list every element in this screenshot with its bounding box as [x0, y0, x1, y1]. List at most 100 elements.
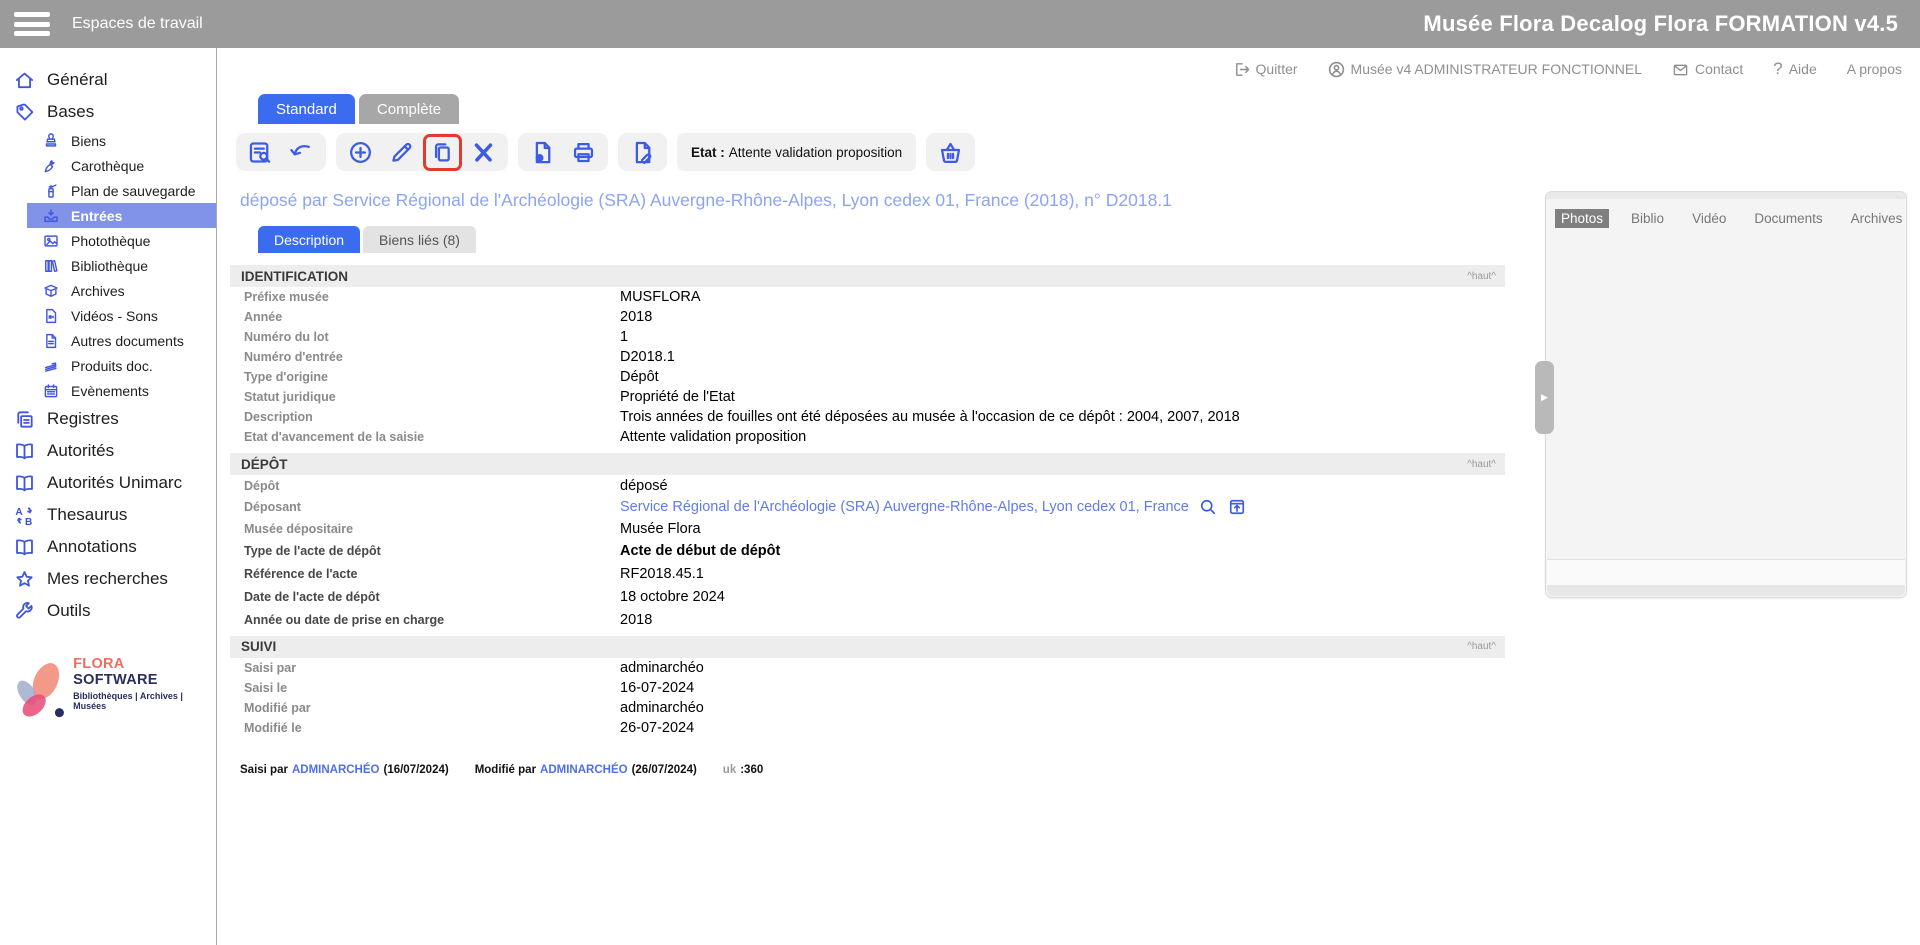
sidebar-item-bases[interactable]: Bases	[0, 96, 216, 128]
sidebar-item-autorites-unimarc[interactable]: Autorités Unimarc	[0, 467, 216, 499]
photo-icon	[42, 232, 60, 250]
sidebar: Général Bases Biens Carothèque Plan de s…	[0, 48, 217, 945]
section-header-identification: IDENTIFICATION ^haut^	[230, 265, 1505, 287]
tab-video[interactable]: Vidéo	[1686, 209, 1732, 228]
sidebar-item-autorites[interactable]: Autorités	[0, 435, 216, 467]
sidebar-item-phototheque[interactable]: Photothèque	[0, 228, 216, 253]
sidebar-item-entrees[interactable]: Entrées	[27, 203, 216, 228]
app-title: Musée Flora Decalog Flora FORMATION v4.5	[1423, 11, 1898, 37]
field-row: Préfixe muséeMUSFLORA	[230, 287, 1505, 307]
sidebar-item-outils[interactable]: Outils	[0, 595, 216, 627]
open-book-icon	[13, 440, 36, 463]
toolbar: Etat : Attente validation proposition	[236, 132, 1920, 172]
media-tabs: Photos Biblio Vidéo Documents Archives	[1546, 192, 1906, 228]
modifie-user-link[interactable]: ADMINARCHÉO	[540, 764, 628, 776]
edit-button[interactable]	[388, 139, 415, 166]
status-label: Etat :	[691, 145, 725, 160]
books-icon	[42, 257, 60, 275]
tab-complete[interactable]: Complète	[359, 94, 459, 124]
sidebar-item-archives[interactable]: Archives	[0, 278, 216, 303]
sidebar-item-carotheque[interactable]: Carothèque	[0, 153, 216, 178]
tab-biblio[interactable]: Biblio	[1625, 209, 1670, 228]
field-row: Modifié le26-07-2024	[230, 718, 1505, 738]
chevron-right-icon: ▶	[1541, 392, 1548, 403]
panel-collapse-handle[interactable]: ▶	[1535, 361, 1554, 434]
search-authority-icon[interactable]	[1198, 497, 1218, 517]
sidebar-item-annotations[interactable]: Annotations	[0, 531, 216, 563]
ab-sort-icon: AB	[13, 504, 36, 527]
field-row: Numéro du lot1	[230, 327, 1505, 347]
sidebar-item-produits-doc[interactable]: Produits doc.	[0, 353, 216, 378]
list-search-button[interactable]	[247, 139, 274, 166]
undo-button[interactable]	[288, 139, 315, 166]
view-tabs: Standard Complète	[258, 94, 1920, 124]
home-icon	[13, 69, 36, 92]
open-record-icon[interactable]	[1227, 497, 1247, 517]
toolbar-group-attach	[618, 133, 667, 171]
media-panel-bottom-edge	[1547, 585, 1905, 596]
field-row: Date de l'acte de dépôt18 octobre 2024	[230, 586, 1505, 609]
star-icon	[13, 568, 36, 591]
app-header: Espaces de travail Musée Flora Decalog F…	[0, 0, 1920, 48]
media-panel-footer	[1547, 559, 1905, 585]
section-header-depot: DÉPÔT ^haut^	[230, 453, 1505, 475]
field-row: Musée dépositaireMusée Flora	[230, 518, 1505, 540]
top-link[interactable]: ^haut^	[1467, 271, 1496, 282]
sidebar-item-videos-sons[interactable]: Vidéos - Sons	[0, 303, 216, 328]
field-row: Référence de l'acteRF2018.45.1	[230, 563, 1505, 586]
field-row: Saisi paradminarchéo	[230, 658, 1505, 678]
logo-tagline: Bibliothèques | Archives | Musées	[73, 691, 208, 711]
tab-documents[interactable]: Documents	[1748, 209, 1828, 228]
sidebar-item-mes-recherches[interactable]: Mes recherches	[0, 563, 216, 595]
delete-button[interactable]	[470, 139, 497, 166]
toolbar-group-basket	[926, 133, 975, 171]
field-row: Saisi le16-07-2024	[230, 678, 1505, 698]
sidebar-item-bibliotheque[interactable]: Bibliothèque	[0, 253, 216, 278]
tag-icon	[13, 101, 36, 124]
document-icon	[42, 332, 60, 350]
svg-text:A: A	[15, 507, 22, 518]
tab-biens-lies[interactable]: Biens liés (8)	[363, 226, 476, 253]
sidebar-item-evenements[interactable]: Evènements	[0, 378, 216, 403]
sidebar-item-autres-documents[interactable]: Autres documents	[0, 328, 216, 353]
tab-photos[interactable]: Photos	[1555, 209, 1609, 228]
add-button[interactable]	[347, 139, 374, 166]
deposant-link[interactable]: Service Régional de l'Archéologie (SRA) …	[620, 499, 1189, 515]
top-link[interactable]: ^haut^	[1467, 641, 1496, 652]
export-file-button[interactable]	[529, 139, 556, 166]
open-book-icon	[13, 472, 36, 495]
field-row: Modifié paradminarchéo	[230, 698, 1505, 718]
sidebar-item-plan-sauvegarde[interactable]: Plan de sauvegarde	[0, 178, 216, 203]
pages-icon	[42, 357, 60, 375]
duplicate-button[interactable]	[429, 139, 456, 166]
status-value: Attente validation proposition	[729, 145, 902, 160]
field-row: Type de l'acte de dépôtActe de début de …	[230, 540, 1505, 563]
basket-button[interactable]	[937, 139, 964, 166]
field-row: Type d'origineDépôt	[230, 367, 1505, 387]
svg-text:B: B	[25, 517, 32, 527]
flora-butterfly-icon	[8, 657, 71, 725]
tab-description[interactable]: Description	[258, 226, 360, 253]
tab-archives[interactable]: Archives	[1845, 209, 1909, 228]
toolbar-group-search	[236, 133, 326, 171]
media-panel: Photos Biblio Vidéo Documents Archives	[1545, 191, 1907, 598]
print-button[interactable]	[570, 139, 597, 166]
saisi-user-link[interactable]: ADMINARCHÉO	[292, 764, 380, 776]
calendar-icon	[42, 382, 60, 400]
field-row: Etat d'avancement de la saisieAttente va…	[230, 427, 1505, 447]
sidebar-item-general[interactable]: Général	[0, 64, 216, 96]
record-audit-footer: Saisi par ADMINARCHÉO (16/07/2024) Modif…	[240, 764, 1920, 776]
section-header-suivi: SUIVI ^haut^	[230, 636, 1505, 658]
top-link[interactable]: ^haut^	[1467, 459, 1496, 470]
sidebar-item-biens[interactable]: Biens	[0, 128, 216, 153]
hamburger-menu-icon[interactable]	[14, 12, 50, 36]
sidebar-item-registres[interactable]: Registres	[0, 403, 216, 435]
open-book-icon	[13, 536, 36, 559]
field-row: Année2018	[230, 307, 1505, 327]
field-row: Dépôtdéposé	[230, 475, 1505, 497]
attach-file-button[interactable]	[629, 139, 656, 166]
sidebar-item-thesaurus[interactable]: AB Thesaurus	[0, 499, 216, 531]
tab-standard[interactable]: Standard	[258, 94, 355, 124]
field-row: Année ou date de prise en charge2018	[230, 609, 1505, 632]
highlight-ring	[423, 134, 462, 171]
